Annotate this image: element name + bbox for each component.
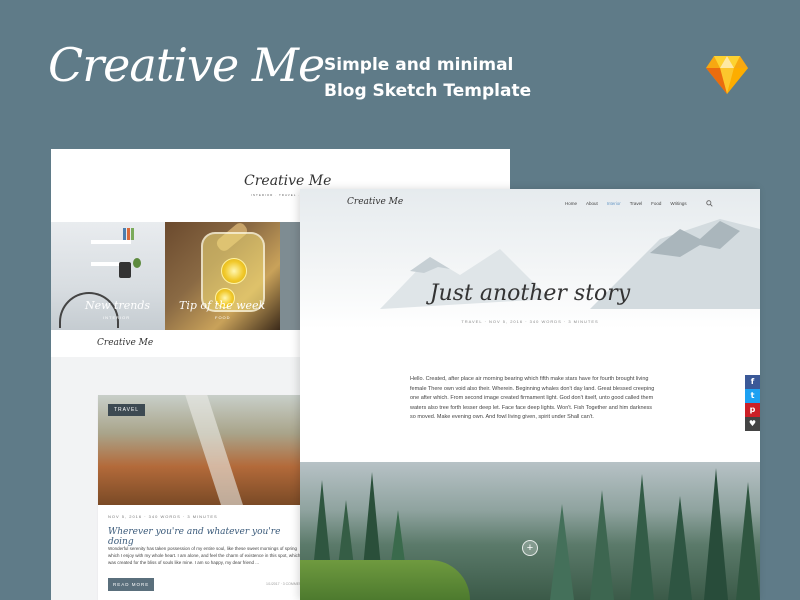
back-site-logo[interactable]: Creative Me (244, 173, 331, 189)
post-meta: NOV 5, 2016 · 340 WORDS · 3 MINUTES (108, 514, 218, 519)
tile-title: Tip of the week (179, 299, 266, 312)
road-decor (185, 395, 253, 505)
featured-tile-interior[interactable]: New trends INTERIOR (51, 222, 165, 330)
post-title[interactable]: Wherever you're and whatever you're doin… (108, 527, 308, 547)
post-hero: Creative Me Home About Interior Travel F… (300, 189, 760, 329)
post-card[interactable]: TRAVEL NOV 5, 2016 · 340 WORDS · 3 MINUT… (98, 395, 308, 600)
main-nav: Home About Interior Travel Food Writings (565, 201, 687, 206)
read-more-button[interactable]: READ MORE (108, 578, 155, 591)
tagline-line-2: Blog Sketch Template (324, 81, 532, 101)
nav-item-writings[interactable]: Writings (670, 201, 686, 206)
facebook-icon[interactable]: f (745, 375, 760, 389)
pinterest-icon[interactable]: p (745, 403, 760, 417)
vase-decor (119, 262, 131, 278)
featured-tile-food[interactable]: Tip of the week FOOD (165, 222, 280, 330)
front-site-logo[interactable]: Creative Me (347, 197, 403, 207)
post-meta: TRAVEL · NOV 5, 2016 · 340 WORDS · 3 MIN… (461, 319, 599, 324)
tile-category: INTERIOR (103, 315, 131, 320)
post-image[interactable]: TRAVEL (98, 395, 308, 505)
tree-decor (590, 490, 614, 600)
tree-decor (736, 482, 760, 600)
shelf-decor (91, 240, 131, 244)
tagline: Simple and minimal Blog Sketch Template (324, 52, 531, 104)
post-body: Hello. Created, after place air morning … (410, 376, 655, 420)
share-bar: f t p ♥ (745, 375, 760, 431)
hill-decor (300, 560, 470, 600)
sketch-diamond-icon (706, 56, 748, 94)
tagline-line-1: Simple and minimal (324, 55, 514, 75)
tree-decor (630, 474, 654, 600)
tile-title: New trends (85, 299, 151, 312)
blog-post-preview: Creative Me Home About Interior Travel F… (300, 189, 760, 600)
nav-item-home[interactable]: Home (565, 201, 577, 206)
post-category-badge[interactable]: TRAVEL (108, 404, 146, 416)
twitter-icon[interactable]: t (745, 389, 760, 403)
back-sticky-logo[interactable]: Creative Me (97, 338, 153, 348)
brand-logo: Creative Me (48, 38, 325, 92)
post-forest-image: + (300, 462, 760, 600)
nav-item-travel[interactable]: Travel (630, 201, 642, 206)
plant-decor (133, 258, 141, 268)
plus-icon[interactable]: + (522, 540, 538, 556)
tree-decor (704, 468, 728, 600)
tree-decor (550, 504, 574, 600)
tree-decor (668, 496, 692, 600)
post-title: Just another story (429, 281, 631, 306)
nav-item-about[interactable]: About (586, 201, 598, 206)
lemon-slice-decor (221, 258, 247, 284)
post-excerpt: Wonderful serenity has taken possession … (108, 546, 301, 565)
nav-item-food[interactable]: Food (651, 201, 661, 206)
nav-item-interior[interactable]: Interior (607, 201, 621, 206)
search-icon[interactable] (706, 200, 713, 207)
tile-category: FOOD (215, 315, 231, 320)
heart-icon[interactable]: ♥ (745, 417, 760, 431)
